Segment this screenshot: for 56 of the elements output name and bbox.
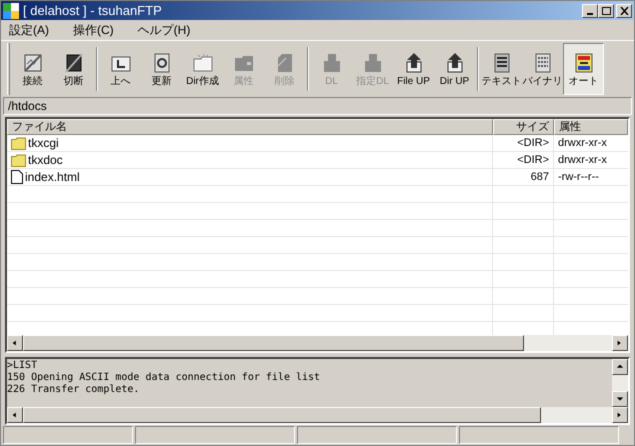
menu-item[interactable]: 操作(C) [69, 21, 118, 39]
scroll-left-button[interactable] [7, 335, 23, 351]
vertical-scrollbar[interactable] [612, 359, 628, 407]
window-title: [ delahost ] - tsuhanFTP [23, 2, 162, 20]
path-text: /htdocs [8, 98, 47, 115]
minimize-icon [587, 12, 593, 14]
file-attributes: drwxr-xr-x [558, 136, 607, 151]
log-line: >LIST [7, 360, 38, 372]
column-header[interactable]: 属性 [554, 119, 628, 135]
column-header[interactable]: ファイル名 [7, 119, 493, 135]
file-name: tkxcgi [28, 135, 59, 152]
arrow-left-icon [11, 410, 19, 420]
file-size: <DIR> [517, 152, 549, 168]
plug-icon [22, 52, 44, 74]
minimize-button[interactable] [582, 4, 598, 18]
toolbar-button[interactable]: オート [563, 43, 604, 95]
scroll-left-button[interactable] [7, 407, 23, 423]
toolbar-button[interactable]: Dir UP [434, 43, 475, 95]
column-header[interactable]: サイズ [493, 119, 554, 135]
file-attributes: -rw-r--r-- [558, 170, 599, 185]
toolbar-button[interactable]: テキスト [481, 43, 522, 95]
file-attributes: drwxr-xr-x [558, 152, 607, 168]
close-icon [620, 6, 628, 14]
scroll-right-button[interactable] [612, 335, 628, 351]
toolbar-button[interactable]: 接続 [12, 43, 53, 95]
scroll-down-button[interactable] [612, 391, 628, 407]
file-name: index.html [25, 169, 80, 186]
scroll-thumb[interactable] [23, 407, 542, 423]
arrow-left-icon [11, 338, 19, 348]
document-icon [11, 170, 23, 184]
scroll-up-button[interactable] [612, 359, 628, 375]
maximize-icon [602, 6, 610, 14]
file-size: <DIR> [517, 136, 549, 151]
file-size: 687 [530, 170, 549, 185]
toolbar-button[interactable]: Dir作成 [182, 43, 223, 95]
auto-mode-icon [572, 52, 594, 74]
horizontal-scrollbar[interactable] [7, 335, 628, 351]
log-line: 150 Opening ASCII mode data connection for file list [7, 372, 322, 384]
toolbar-button[interactable]: バイナリ [522, 43, 563, 95]
log-line: 226 Transfer complete. [7, 384, 140, 396]
toolbar-button[interactable]: 上へ [100, 43, 141, 95]
scroll-right-button[interactable] [612, 407, 628, 423]
toolbar-button[interactable]: 切断 [53, 43, 94, 95]
app-icon [3, 2, 19, 18]
new-folder-icon [192, 52, 214, 74]
maximize-button[interactable] [598, 4, 614, 18]
horizontal-scrollbar[interactable] [7, 407, 628, 423]
toolbar-button[interactable]: 更新 [141, 43, 182, 95]
scroll-thumb[interactable] [23, 335, 524, 351]
menu-item[interactable]: ヘルプ(H) [134, 21, 194, 39]
menu-item[interactable]: 設定(A) [5, 21, 53, 39]
unplug-icon [62, 52, 84, 74]
toolbar-button[interactable]: File UP [393, 43, 434, 95]
close-button[interactable] [616, 4, 632, 18]
folder-icon [11, 154, 26, 166]
file-name: tkxdoc [28, 152, 63, 169]
